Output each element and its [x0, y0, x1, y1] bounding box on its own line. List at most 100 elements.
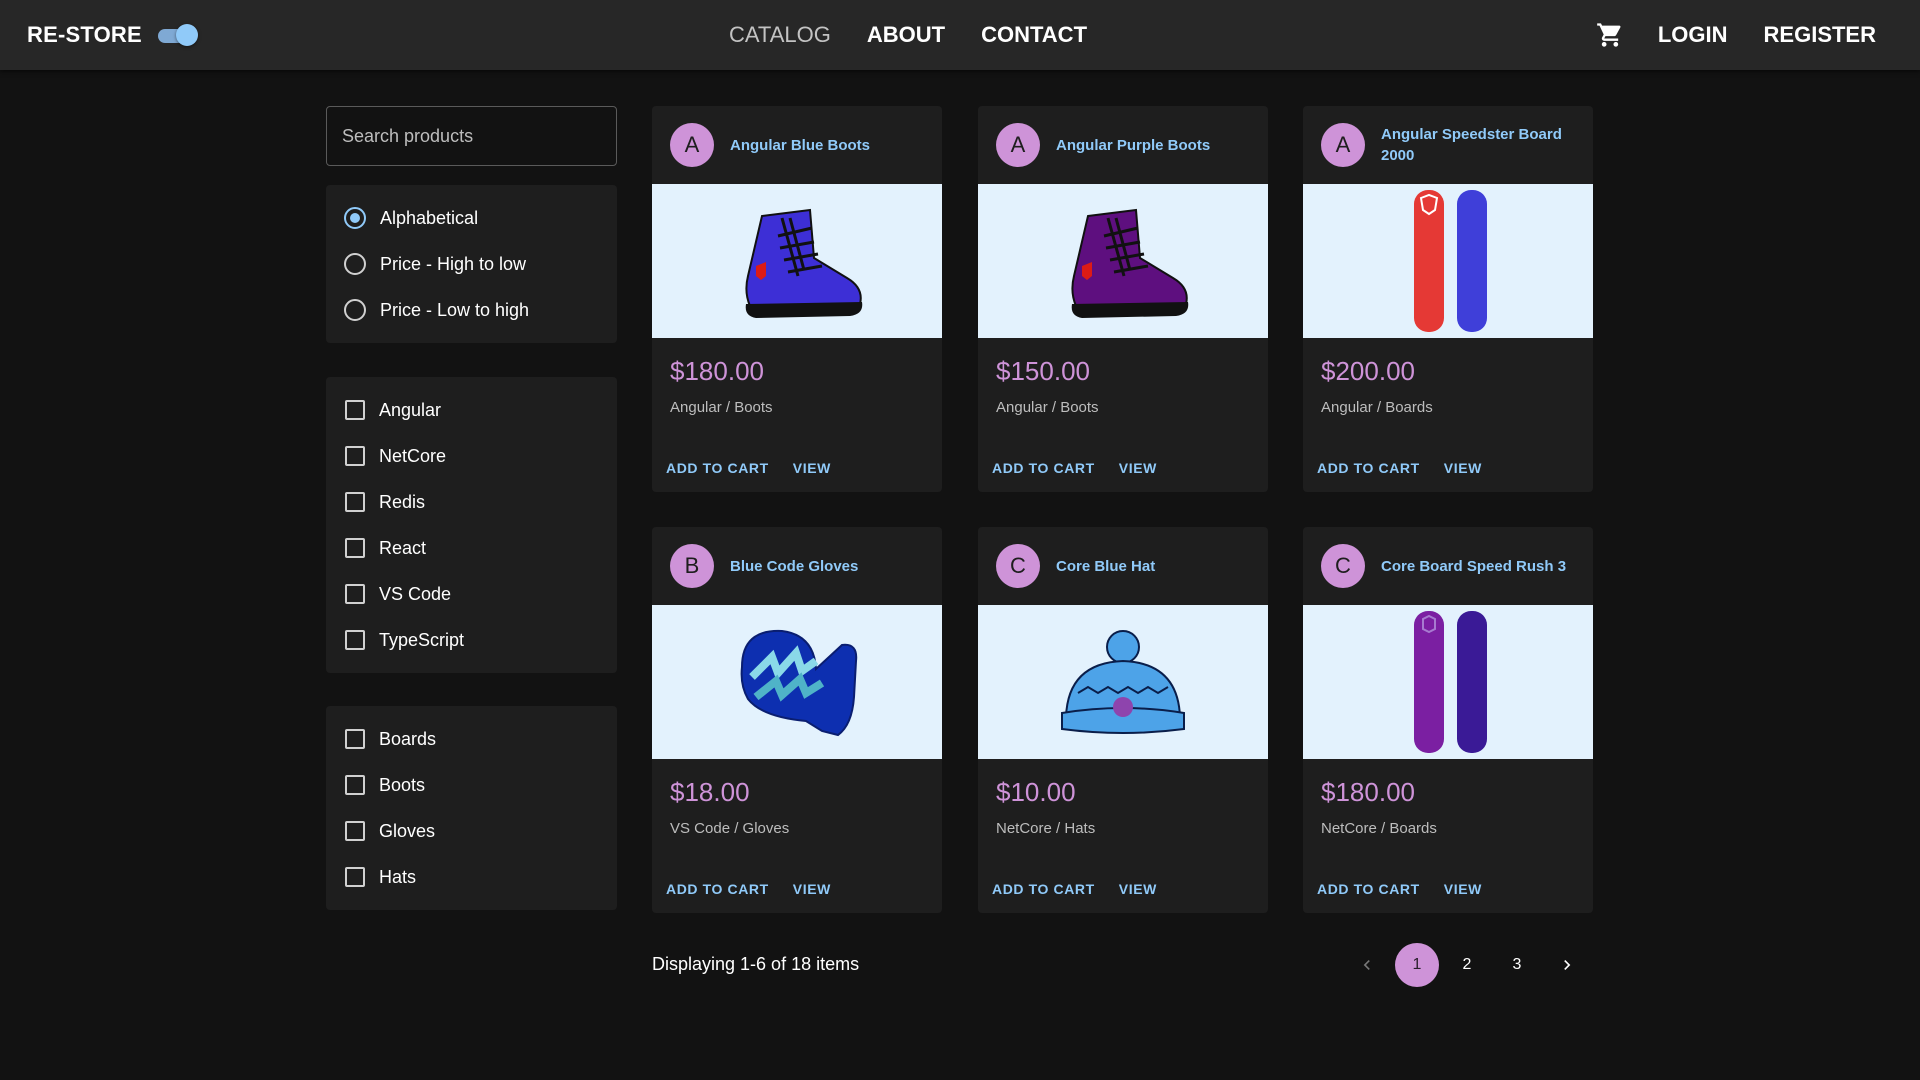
filter-label: Boards: [379, 728, 437, 749]
brand-filter-typescript[interactable]: TypeScript: [344, 617, 599, 663]
checkbox[interactable]: [345, 400, 365, 420]
nav-login[interactable]: LOGIN: [1658, 22, 1728, 48]
pagination: 1 2 3: [1345, 943, 1589, 987]
product-title[interactable]: Angular Purple Boots: [1056, 135, 1210, 156]
product-price: $18.00: [670, 777, 750, 807]
product-price: $10.00: [996, 777, 1076, 807]
sort-option-price-asc[interactable]: Price - Low to high: [344, 287, 599, 333]
sort-option-alphabetical[interactable]: Alphabetical: [344, 195, 599, 241]
prev-page-button[interactable]: [1345, 943, 1389, 987]
avatar: A: [996, 123, 1040, 167]
checkbox[interactable]: [345, 775, 365, 795]
avatar: C: [996, 544, 1040, 588]
add-to-cart-button[interactable]: ADD TO CART: [666, 881, 769, 897]
product-card: A Angular Purple Boots $150.00 Angular /…: [978, 106, 1268, 492]
brand-filter-vscode[interactable]: VS Code: [344, 571, 599, 617]
account-nav: LOGIN REGISTER: [1596, 0, 1876, 70]
search-field[interactable]: [326, 106, 617, 166]
filter-label: Redis: [379, 491, 426, 512]
filter-label: React: [379, 537, 427, 558]
sort-label: Price - High to low: [380, 253, 527, 274]
beanie-icon: [1061, 630, 1185, 734]
type-filter-boots[interactable]: Boots: [344, 762, 599, 808]
add-to-cart-button[interactable]: ADD TO CART: [1317, 881, 1420, 897]
view-button[interactable]: VIEW: [1119, 460, 1157, 476]
add-to-cart-button[interactable]: ADD TO CART: [1317, 460, 1420, 476]
filter-label: Gloves: [379, 820, 436, 841]
product-card: A Angular Blue Boots $180.00 Angular / B…: [652, 106, 942, 492]
product-title[interactable]: Angular Blue Boots: [730, 135, 870, 156]
card-actions: ADD TO CART VIEW: [1317, 460, 1482, 476]
checkbox[interactable]: [345, 538, 365, 558]
radio[interactable]: [344, 299, 366, 321]
checkbox[interactable]: [345, 446, 365, 466]
product-price: $150.00: [996, 356, 1090, 386]
page-button-2[interactable]: 2: [1445, 943, 1489, 987]
card-header: A Angular Speedster Board 2000: [1303, 106, 1593, 184]
product-meta: VS Code / Gloves: [670, 820, 790, 837]
brand-name[interactable]: RE-STORE: [27, 22, 142, 48]
search-input[interactable]: [342, 125, 601, 147]
card-actions: ADD TO CART VIEW: [992, 460, 1157, 476]
nav-contact[interactable]: CONTACT: [981, 22, 1087, 48]
checkbox[interactable]: [345, 492, 365, 512]
radio[interactable]: [344, 253, 366, 275]
checkbox[interactable]: [345, 867, 365, 887]
product-price: $200.00: [1321, 356, 1415, 386]
add-to-cart-button[interactable]: ADD TO CART: [992, 881, 1095, 897]
sort-option-price-desc[interactable]: Price - High to low: [344, 241, 599, 287]
view-button[interactable]: VIEW: [1119, 881, 1157, 897]
page-button-3[interactable]: 3: [1495, 943, 1539, 987]
view-button[interactable]: VIEW: [793, 460, 831, 476]
product-price: $180.00: [670, 356, 764, 386]
card-actions: ADD TO CART VIEW: [1317, 881, 1482, 897]
type-filter-boards[interactable]: Boards: [344, 716, 599, 762]
card-header: B Blue Code Gloves: [652, 527, 942, 605]
type-filter-hats[interactable]: Hats: [344, 854, 599, 900]
view-button[interactable]: VIEW: [1444, 881, 1482, 897]
brand-filter-angular[interactable]: Angular: [344, 387, 599, 433]
brand-filter-panel: Angular NetCore Redis React VS Code Type…: [326, 377, 617, 673]
nav-register[interactable]: REGISTER: [1764, 22, 1876, 48]
next-page-button[interactable]: [1545, 943, 1589, 987]
checkbox[interactable]: [345, 584, 365, 604]
checkbox[interactable]: [345, 821, 365, 841]
type-filter-panel: Boards Boots Gloves Hats: [326, 706, 617, 910]
card-actions: ADD TO CART VIEW: [666, 460, 831, 476]
type-filter-gloves[interactable]: Gloves: [344, 808, 599, 854]
radio-selected[interactable]: [344, 207, 366, 229]
product-image[interactable]: [978, 605, 1268, 759]
product-title[interactable]: Angular Speedster Board 2000: [1381, 124, 1575, 166]
product-image[interactable]: [978, 184, 1268, 338]
view-button[interactable]: VIEW: [793, 881, 831, 897]
product-title[interactable]: Core Blue Hat: [1056, 556, 1155, 577]
avatar: B: [670, 544, 714, 588]
checkbox[interactable]: [345, 630, 365, 650]
page-button-1[interactable]: 1: [1395, 943, 1439, 987]
avatar: A: [670, 123, 714, 167]
product-image[interactable]: [652, 605, 942, 759]
nav-about[interactable]: ABOUT: [867, 22, 945, 48]
checkbox[interactable]: [345, 729, 365, 749]
product-image[interactable]: [1303, 184, 1593, 338]
product-title[interactable]: Blue Code Gloves: [730, 556, 858, 577]
brand-filter-netcore[interactable]: NetCore: [344, 433, 599, 479]
view-button[interactable]: VIEW: [1444, 460, 1482, 476]
app-bar: RE-STORE CATALOG ABOUT CONTACT LOGIN REG…: [0, 0, 1920, 70]
add-to-cart-button[interactable]: ADD TO CART: [666, 460, 769, 476]
nav-catalog[interactable]: CATALOG: [729, 22, 831, 48]
sort-label: Alphabetical: [380, 207, 479, 228]
filter-label: VS Code: [379, 583, 452, 604]
product-image[interactable]: [1303, 605, 1593, 759]
product-card: B Blue Code Gloves $18.00 VS Code / Glov…: [652, 527, 942, 913]
results-count: Displaying 1-6 of 18 items: [652, 954, 860, 974]
product-title[interactable]: Core Board Speed Rush 3: [1381, 556, 1566, 577]
filter-label: TypeScript: [379, 629, 465, 650]
theme-toggle-switch[interactable]: [156, 24, 198, 46]
product-image[interactable]: [652, 184, 942, 338]
shopping-cart-icon[interactable]: [1596, 21, 1624, 49]
brand-filter-react[interactable]: React: [344, 525, 599, 571]
brand-filter-redis[interactable]: Redis: [344, 479, 599, 525]
toggle-thumb: [175, 24, 198, 46]
add-to-cart-button[interactable]: ADD TO CART: [992, 460, 1095, 476]
